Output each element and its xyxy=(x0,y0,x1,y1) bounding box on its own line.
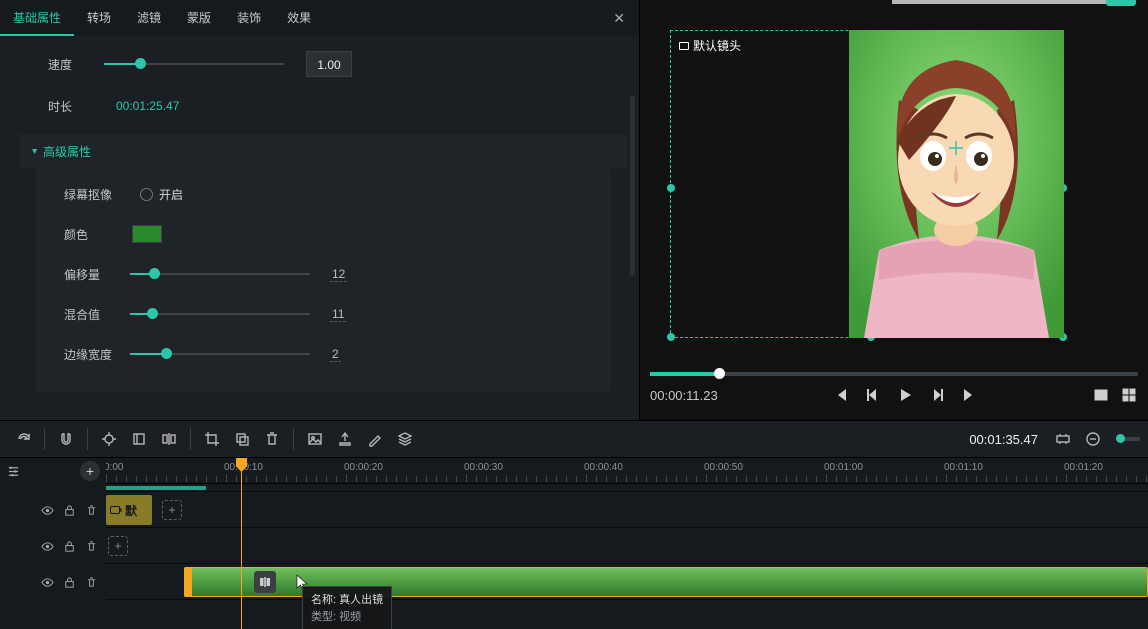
track-mini xyxy=(106,484,1148,492)
duration-label: 时长 xyxy=(48,98,104,115)
speed-slider[interactable] xyxy=(104,53,284,75)
advanced-group-body: 绿幕抠像 开启 颜色 偏移量 xyxy=(36,168,611,392)
color-swatch[interactable] xyxy=(132,225,162,243)
layers-icon[interactable] xyxy=(390,424,420,454)
track-3[interactable]: 名称: 真人出镜 类型: 视频 xyxy=(106,564,1148,600)
edit-icon[interactable] xyxy=(360,424,390,454)
timeline-total-time: 00:01:35.47 xyxy=(969,432,1038,447)
shot-label: 默认镜头 xyxy=(679,37,741,54)
track2-lock-icon[interactable] xyxy=(62,539,76,553)
duration-value: 00:01:25.47 xyxy=(116,99,179,113)
tab-transition[interactable]: 转场 xyxy=(74,0,124,36)
offset-slider[interactable] xyxy=(130,263,310,285)
redo-icon[interactable] xyxy=(8,424,38,454)
split-icon[interactable] xyxy=(154,424,184,454)
track-2[interactable]: + xyxy=(106,528,1148,564)
preview-current-time: 00:00:11.23 xyxy=(650,388,718,403)
crop-icon[interactable] xyxy=(197,424,227,454)
tab-decor[interactable]: 装饰 xyxy=(224,0,274,36)
fit-timeline-icon[interactable] xyxy=(1048,424,1078,454)
track-1[interactable]: 默 + xyxy=(106,492,1148,528)
panel-scrollbar[interactable] xyxy=(630,96,635,276)
clip-left-handle[interactable] xyxy=(184,567,192,597)
edge-slider[interactable] xyxy=(130,343,310,365)
add-element-button[interactable] xyxy=(1106,0,1136,6)
clip-tooltip: 名称: 真人出镜 类型: 视频 xyxy=(302,586,392,629)
chromakey-enable-text: 开启 xyxy=(159,186,183,203)
playhead[interactable] xyxy=(241,458,242,629)
blend-value[interactable]: 11 xyxy=(330,307,346,322)
step-back-icon[interactable] xyxy=(864,386,882,404)
track1-delete-icon[interactable] xyxy=(84,503,98,517)
edge-label: 边缘宽度 xyxy=(64,346,130,363)
delete-icon[interactable] xyxy=(257,424,287,454)
timeline-toolbar: 00:01:35.47 xyxy=(0,420,1148,458)
camera-icon xyxy=(679,42,689,50)
screenshot-icon[interactable] xyxy=(1092,386,1110,404)
track3-delete-icon[interactable] xyxy=(84,575,98,589)
tab-filter[interactable]: 滤镜 xyxy=(124,0,174,36)
preview-area: 默认镜头 xyxy=(640,0,1148,420)
split-marker-icon[interactable] xyxy=(254,571,276,593)
advanced-group-title: 高级属性 xyxy=(43,143,91,160)
zoom-out-icon[interactable] xyxy=(1078,424,1108,454)
zoom-slider[interactable] xyxy=(1116,437,1140,441)
copy-icon[interactable] xyxy=(227,424,257,454)
offset-value[interactable]: 12 xyxy=(330,267,347,282)
track3-lock-icon[interactable] xyxy=(62,575,76,589)
property-tabs: 基础属性 转场 滤镜 蒙版 装饰 效果 ✕ xyxy=(0,0,639,36)
track-options-icon[interactable] xyxy=(6,464,20,478)
background-image-placeholder xyxy=(892,0,1112,4)
skip-end-icon[interactable] xyxy=(960,386,978,404)
tab-effect[interactable]: 效果 xyxy=(274,0,324,36)
blend-label: 混合值 xyxy=(64,306,130,323)
add-clip-placeholder-1[interactable]: + xyxy=(162,500,182,520)
chromakey-label: 绿幕抠像 xyxy=(64,186,130,203)
skip-start-icon[interactable] xyxy=(832,386,850,404)
add-track-button[interactable]: + xyxy=(80,461,100,481)
add-clip-placeholder-2[interactable]: + xyxy=(108,536,128,556)
track1-visibility-icon[interactable] xyxy=(40,503,54,517)
image-icon[interactable] xyxy=(300,424,330,454)
track1-lock-icon[interactable] xyxy=(62,503,76,517)
timeline-ruler[interactable]: 0:0000:00:1000:00:2000:00:3000:00:4000:0… xyxy=(106,458,1148,484)
chromakey-enable-radio[interactable]: 开启 xyxy=(140,186,183,203)
export-icon[interactable] xyxy=(330,424,360,454)
tab-basic[interactable]: 基础属性 xyxy=(0,0,74,36)
magnet-icon[interactable] xyxy=(51,424,81,454)
timeline: + 3 0:0000:00:1000:00:2000:00:3000:00:40… xyxy=(0,458,1148,629)
preview-progress-track[interactable] xyxy=(650,372,1138,376)
tab-mask[interactable]: 蒙版 xyxy=(174,0,224,36)
grid-icon[interactable] xyxy=(1120,386,1138,404)
color-label: 颜色 xyxy=(64,226,130,243)
track3-visibility-icon[interactable] xyxy=(40,575,54,589)
clip-default-shot[interactable]: 默 xyxy=(106,495,152,525)
close-panel-icon[interactable]: ✕ xyxy=(613,0,625,36)
edge-value[interactable]: 2 xyxy=(330,347,341,362)
blend-slider[interactable] xyxy=(130,303,310,325)
track-headers: + 3 xyxy=(0,458,106,629)
track2-delete-icon[interactable] xyxy=(84,539,98,553)
locate-icon[interactable] xyxy=(94,424,124,454)
speed-value-input[interactable]: 1.00 xyxy=(306,51,352,77)
chevron-down-icon: ▸ xyxy=(29,148,40,153)
preview-video-content[interactable] xyxy=(849,30,1064,338)
play-icon[interactable] xyxy=(896,386,914,404)
advanced-group-header[interactable]: ▸ 高级属性 xyxy=(20,134,627,168)
track2-visibility-icon[interactable] xyxy=(40,539,54,553)
speed-label: 速度 xyxy=(48,56,104,73)
offset-label: 偏移量 xyxy=(64,266,130,283)
mark-in-icon[interactable] xyxy=(124,424,154,454)
step-forward-icon[interactable] xyxy=(928,386,946,404)
